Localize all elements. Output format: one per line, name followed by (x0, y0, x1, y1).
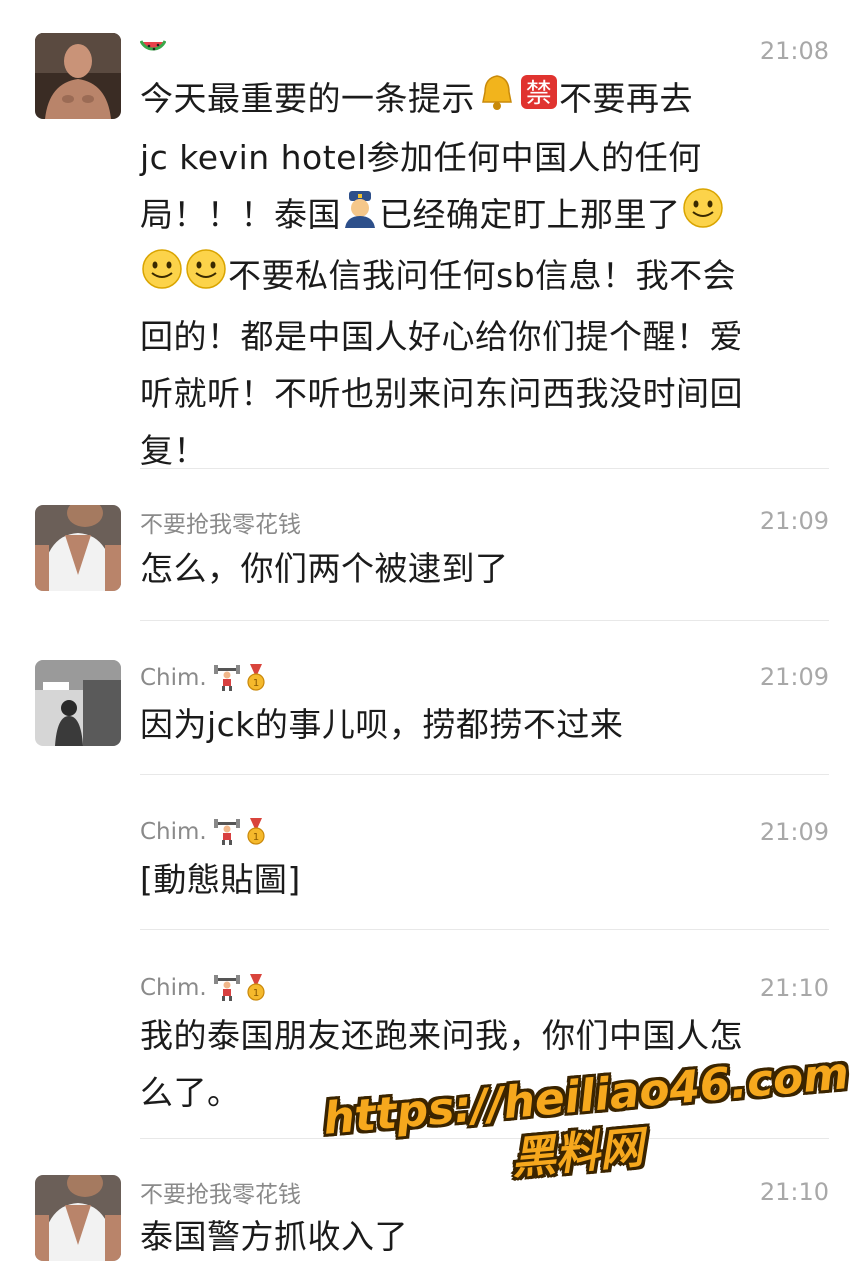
message-time: 21:09 (759, 818, 829, 846)
divider (140, 620, 829, 621)
message-text: 泰国警方抓收入了 (140, 1217, 408, 1256)
weightlifter-icon (213, 819, 240, 845)
avatar[interactable] (35, 1175, 121, 1261)
sender-name-text: 不要抢我零花钱 (140, 1182, 301, 1208)
gold-medal-icon: 1 (247, 974, 265, 1001)
message-text-part: 不要私信我问任何sb信息！我不会 回的！都是中国人好心给你们提个醒！爱 听就听！… (140, 256, 743, 470)
divider (140, 468, 829, 469)
divider (140, 929, 829, 930)
sender-name-text: Chim. (140, 819, 207, 845)
avatar[interactable] (35, 505, 121, 591)
message-text[interactable]: [動態貼圖] (140, 851, 820, 908)
svg-text:1: 1 (253, 988, 259, 999)
sender-row (139, 36, 167, 68)
message-time: 21:09 (759, 663, 829, 691)
sender-row: Chim. 1 (140, 662, 267, 694)
gold-medal-icon: 1 (247, 818, 265, 845)
message-time: 21:10 (759, 974, 829, 1002)
smile-emoji-icon (681, 186, 725, 247)
message-time: 21:10 (759, 1178, 829, 1206)
sender-row: Chim. 1 (140, 972, 267, 1004)
sender-name-text: Chim. (140, 665, 207, 691)
message-time: 21:08 (759, 37, 829, 65)
sender-row: Chim. 1 (140, 816, 267, 848)
watermelon-icon (139, 38, 167, 66)
svg-text:禁: 禁 (526, 79, 553, 109)
police-officer-icon (341, 188, 379, 245)
message-text: 因为jck的事儿呗，捞都捞不过来 (140, 705, 624, 744)
message-text-part: 今天最重要的一条提示 (140, 79, 475, 118)
svg-text:1: 1 (253, 832, 259, 843)
smile-emoji-icon (140, 247, 184, 308)
avatar[interactable] (35, 33, 121, 119)
badge-group: 1 (213, 664, 267, 692)
message-text-part: 已经确定盯上那里了 (379, 195, 681, 234)
svg-text:1: 1 (253, 678, 259, 689)
message-time: 21:09 (759, 507, 829, 535)
sender-name: 不要抢我零花钱 (140, 1176, 301, 1208)
gold-medal-icon: 1 (247, 664, 265, 691)
badge-group: 1 (213, 818, 267, 846)
smile-emoji-icon (184, 247, 228, 308)
sender-name-text: Chim. (140, 975, 207, 1001)
message-text: 怎么，你们两个被逮到了 (140, 549, 509, 588)
divider (140, 774, 829, 775)
sender-name: 不要抢我零花钱 (140, 506, 301, 538)
sender-name-text: 不要抢我零花钱 (140, 512, 301, 538)
weightlifter-icon (213, 665, 240, 691)
badge-group: 1 (213, 974, 267, 1002)
avatar[interactable] (35, 660, 121, 746)
bell-icon (475, 72, 519, 129)
weightlifter-icon (213, 975, 240, 1001)
message-text: 今天最重要的一条提示禁不要再去 jc kevin hotel参加任何中国人的任何… (140, 70, 820, 479)
prohibited-sign-icon: 禁 (519, 72, 559, 129)
